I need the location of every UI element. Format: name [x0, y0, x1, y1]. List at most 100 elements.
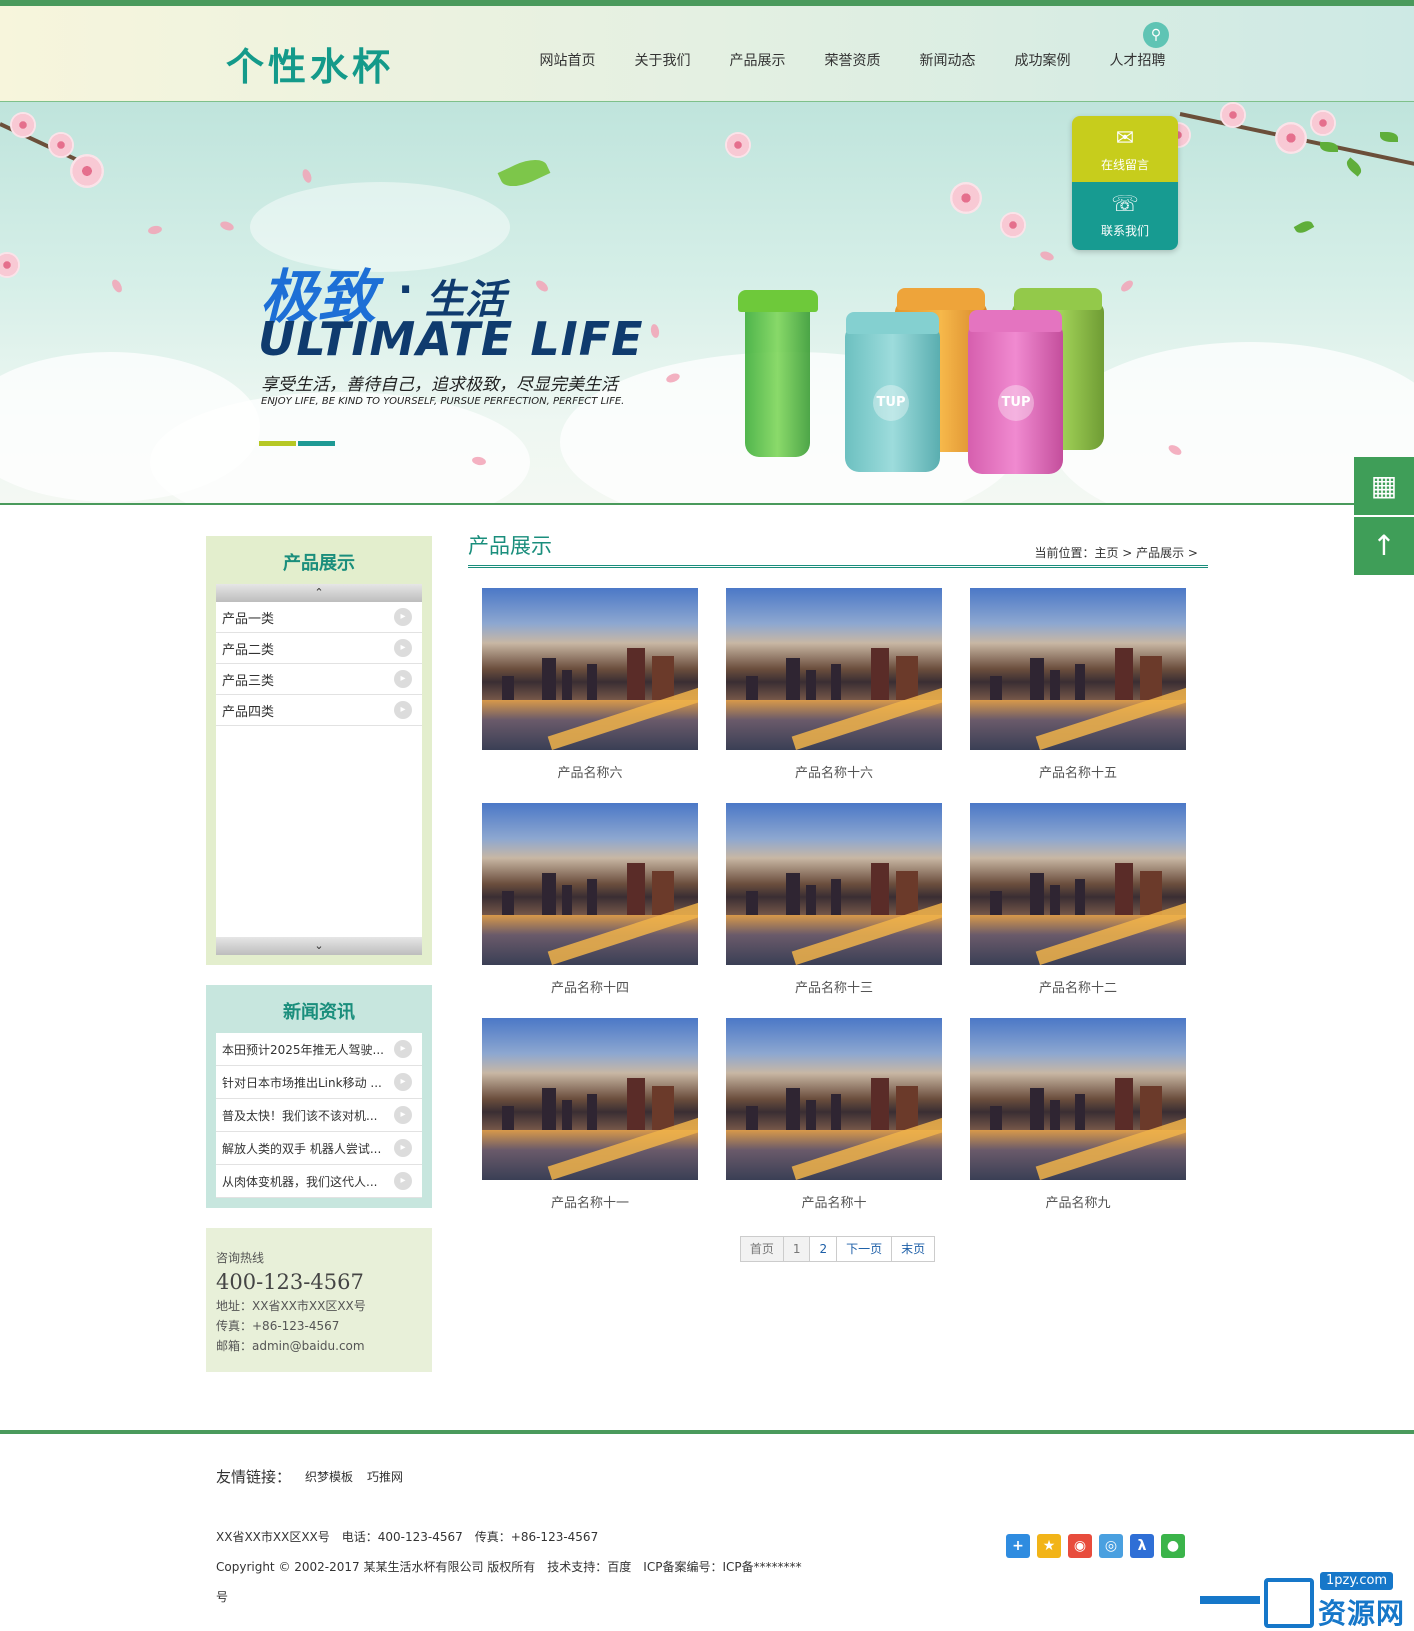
pager-next[interactable]: 下一页 [836, 1236, 893, 1262]
building-shape [746, 1106, 758, 1130]
flower-decoration [0, 252, 20, 278]
product-card[interactable]: 产品名称六 [468, 588, 712, 803]
product-name[interactable]: 产品名称十 [712, 1192, 956, 1211]
product-name[interactable]: 产品名称十三 [712, 977, 956, 996]
arrow-right-icon: ▸ [394, 1106, 412, 1124]
friend-links-label: 友情链接： [216, 1468, 292, 1486]
category-label: 产品一类 [222, 611, 275, 627]
online-message-button[interactable]: ✉ 在线留言 [1072, 116, 1178, 182]
news-item[interactable]: 本田预计2025年推无人驾驶... ▸ [216, 1033, 422, 1066]
building-shape [587, 879, 597, 915]
petal-decoration [649, 323, 661, 339]
pager-page-2[interactable]: 2 [809, 1236, 838, 1262]
building-shape [990, 676, 1002, 700]
search-icon[interactable]: ⚲ [1143, 22, 1169, 48]
friend-link[interactable]: 织梦模板 [305, 1468, 353, 1485]
flower-decoration [950, 182, 982, 214]
news-item[interactable]: 解放人类的双手 机器人尝试... ▸ [216, 1132, 422, 1165]
category-item[interactable]: 产品三类 ▸ [216, 664, 422, 695]
product-name[interactable]: 产品名称十六 [712, 762, 956, 781]
building-shape [786, 658, 800, 700]
building-shape [990, 891, 1002, 915]
nav-about[interactable]: 关于我们 [615, 50, 710, 70]
banner-indicator-1[interactable] [259, 441, 296, 446]
news-panel: 新闻资讯 本田预计2025年推无人驾驶... ▸ 针对日本市场推出Link移动 .… [206, 985, 432, 1208]
building-shape [746, 676, 758, 700]
news-item[interactable]: 从肉体变机器，我们这代人... ▸ [216, 1165, 422, 1198]
site-logo[interactable]: 个性水杯 [226, 36, 394, 91]
product-name[interactable]: 产品名称十二 [956, 977, 1200, 996]
product-card[interactable]: 产品名称十五 [956, 588, 1200, 803]
building-shape [1140, 871, 1162, 915]
friend-link[interactable]: 巧推网 [367, 1468, 403, 1485]
building-shape [871, 1078, 889, 1130]
watermark-logo: 1pzy.com 资源网 [1200, 1572, 1414, 1631]
product-image[interactable] [970, 803, 1186, 965]
cup-lid [846, 312, 939, 334]
building-shape [806, 1100, 816, 1130]
product-image[interactable] [726, 1018, 942, 1180]
breadcrumb: 当前位置：主页 > 产品展示 > [1034, 546, 1198, 560]
qzone-icon[interactable]: ★ [1037, 1534, 1061, 1558]
product-image[interactable] [970, 1018, 1186, 1180]
news-item[interactable]: 针对日本市场推出Link移动 ... ▸ [216, 1066, 422, 1099]
pager-last[interactable]: 末页 [891, 1236, 936, 1262]
nav-honors[interactable]: 荣誉资质 [805, 50, 900, 70]
product-name[interactable]: 产品名称十一 [468, 1192, 712, 1211]
product-card[interactable]: 产品名称十二 [956, 803, 1200, 1018]
arrow-right-icon: ▸ [394, 1172, 412, 1190]
tencent-weibo-icon[interactable]: ◎ [1099, 1534, 1123, 1558]
product-name[interactable]: 产品名称六 [468, 762, 712, 781]
category-item[interactable]: 产品一类 ▸ [216, 602, 422, 633]
wechat-icon[interactable]: ● [1161, 1534, 1185, 1558]
product-image[interactable] [726, 803, 942, 965]
news-title: 从肉体变机器，我们这代人... [222, 1174, 378, 1189]
nav-jobs[interactable]: 人才招聘 [1090, 50, 1185, 70]
product-image[interactable] [482, 588, 698, 750]
product-card[interactable]: 产品名称十 [712, 1018, 956, 1233]
nav-news[interactable]: 新闻动态 [900, 50, 995, 70]
building-shape [806, 670, 816, 700]
banner-subtitle-en: ENJOY LIFE, BE KIND TO YOURSELF, PURSUE … [261, 396, 625, 407]
nav-home[interactable]: 网站首页 [520, 50, 615, 70]
product-image[interactable] [726, 588, 942, 750]
building-shape [652, 871, 674, 915]
product-image[interactable] [482, 803, 698, 965]
building-shape [831, 1094, 841, 1130]
product-name[interactable]: 产品名称九 [956, 1192, 1200, 1211]
product-image[interactable] [482, 1018, 698, 1180]
building-shape [1050, 670, 1060, 700]
product-card[interactable]: 产品名称十三 [712, 803, 956, 1018]
pager-page-1[interactable]: 1 [782, 1236, 811, 1262]
weibo-icon[interactable]: ◉ [1068, 1534, 1092, 1558]
building-shape [627, 863, 645, 915]
back-to-top-icon[interactable]: ↑ [1354, 517, 1414, 575]
product-name[interactable]: 产品名称十四 [468, 977, 712, 996]
category-item[interactable]: 产品二类 ▸ [216, 633, 422, 664]
building-shape [1075, 1094, 1085, 1130]
building-shape [1075, 664, 1085, 700]
renren-icon[interactable]: λ [1130, 1534, 1154, 1558]
category-label: 产品四类 [222, 704, 275, 720]
contact-us-button[interactable]: ☏ 联系我们 [1072, 182, 1178, 250]
banner-indicator-2[interactable] [298, 441, 335, 446]
news-title: 普及太快！我们该不该对机... [222, 1108, 378, 1123]
product-name[interactable]: 产品名称十五 [956, 762, 1200, 781]
product-card[interactable]: 产品名称十六 [712, 588, 956, 803]
scroll-up-button[interactable]: ⌃ [216, 584, 422, 602]
petal-decoration [110, 277, 124, 295]
news-item[interactable]: 普及太快！我们该不该对机... ▸ [216, 1099, 422, 1132]
building-shape [627, 648, 645, 700]
nav-products[interactable]: 产品展示 [710, 50, 805, 70]
share-more-icon[interactable]: + [1006, 1534, 1030, 1558]
qr-code-icon[interactable]: ▦ [1354, 457, 1414, 515]
pager-first[interactable]: 首页 [739, 1236, 784, 1262]
category-item[interactable]: 产品四类 ▸ [216, 695, 422, 726]
product-card[interactable]: 产品名称十一 [468, 1018, 712, 1233]
product-card[interactable]: 产品名称九 [956, 1018, 1200, 1233]
nav-cases[interactable]: 成功案例 [995, 50, 1090, 70]
site-header: 个性水杯 ⚲ 网站首页 关于我们 产品展示 荣誉资质 新闻动态 成功案例 人才招… [0, 6, 1414, 102]
scroll-down-button[interactable]: ⌄ [216, 937, 422, 955]
product-card[interactable]: 产品名称十四 [468, 803, 712, 1018]
product-image[interactable] [970, 588, 1186, 750]
